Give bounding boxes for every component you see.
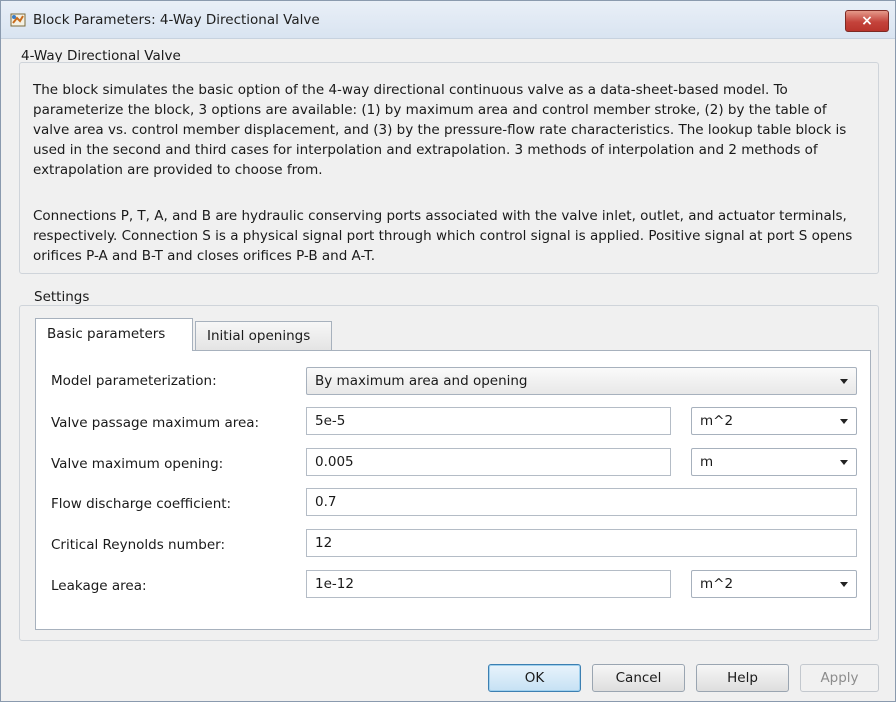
- block-parameters-dialog: Block Parameters: 4-Way Directional Valv…: [0, 0, 896, 702]
- block-connections-description: Connections P, T, A, and B are hydraulic…: [33, 208, 853, 264]
- reynolds-number-input[interactable]: 12: [306, 529, 857, 557]
- chevron-down-icon: [840, 379, 848, 384]
- cancel-button[interactable]: Cancel: [592, 664, 685, 692]
- help-button[interactable]: Help: [696, 664, 789, 692]
- max-area-label: Valve passage maximum area:: [51, 415, 260, 431]
- max-opening-label: Valve maximum opening:: [51, 456, 224, 472]
- chevron-down-icon: [840, 460, 848, 465]
- chevron-down-icon: [840, 582, 848, 587]
- tab-basic-parameters[interactable]: Basic parameters: [35, 318, 193, 351]
- leakage-area-input[interactable]: 1e-12: [306, 570, 671, 598]
- leakage-area-label: Leakage area:: [51, 578, 147, 594]
- close-button[interactable]: ×: [845, 10, 889, 32]
- flow-coefficient-input[interactable]: 0.7: [306, 488, 857, 516]
- leakage-area-unit-value: m^2: [700, 576, 734, 592]
- flow-coefficient-label: Flow discharge coefficient:: [51, 496, 232, 512]
- model-parameterization-label: Model parameterization:: [51, 373, 217, 389]
- max-opening-unit-value: m: [700, 454, 714, 470]
- chevron-down-icon: [840, 419, 848, 424]
- settings-label: Settings: [34, 289, 90, 305]
- max-opening-input[interactable]: 0.005: [306, 448, 671, 476]
- model-parameterization-select[interactable]: By maximum area and opening: [306, 367, 857, 395]
- block-description: The block simulates the basic option of …: [33, 82, 847, 178]
- max-area-unit-value: m^2: [700, 413, 734, 429]
- close-icon: ×: [861, 13, 873, 29]
- reynolds-number-label: Critical Reynolds number:: [51, 537, 226, 553]
- apply-button[interactable]: Apply: [800, 664, 879, 692]
- max-area-input[interactable]: 5e-5: [306, 407, 671, 435]
- leakage-area-unit-select[interactable]: m^2: [691, 570, 857, 598]
- window-title: Block Parameters: 4-Way Directional Valv…: [33, 12, 320, 28]
- simulink-block-icon: [10, 12, 26, 28]
- model-parameterization-value: By maximum area and opening: [315, 373, 528, 389]
- max-area-unit-select[interactable]: m^2: [691, 407, 857, 435]
- tab-initial-openings[interactable]: Initial openings: [195, 321, 332, 351]
- ok-button[interactable]: OK: [488, 664, 581, 692]
- title-bar[interactable]: Block Parameters: 4-Way Directional Valv…: [1, 1, 895, 39]
- max-opening-unit-select[interactable]: m: [691, 448, 857, 476]
